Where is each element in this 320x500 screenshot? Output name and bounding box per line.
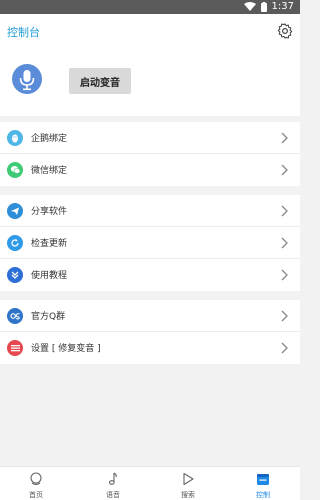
tab-search[interactable]: 搜索: [158, 470, 218, 500]
menu-item-check-update[interactable]: 检查更新: [0, 227, 300, 259]
tab-label: 语音: [106, 491, 120, 499]
tab-label: 首页: [29, 491, 43, 499]
wechat-icon: [7, 162, 23, 178]
wifi-icon: [243, 2, 256, 11]
chevron-right-icon: [281, 164, 288, 176]
menu-item-official-group[interactable]: 官方Q群: [0, 300, 300, 332]
control-icon: [257, 474, 269, 485]
share-icon: [7, 203, 23, 219]
menu-item-label: 企鹅绑定: [31, 134, 68, 144]
tab-home[interactable]: 首页: [6, 470, 66, 500]
battery-icon: [260, 1, 267, 12]
menu-item-tutorial[interactable]: 使用教程: [0, 259, 300, 291]
menu-item-label: 设置 [ 修复变音 ]: [31, 344, 101, 354]
play-icon: [183, 472, 194, 486]
title-bar: 控制台: [0, 14, 300, 50]
microphone-avatar: [12, 64, 42, 94]
tab-label: 搜索: [181, 491, 195, 499]
tab-control[interactable]: 控制: [233, 470, 293, 500]
tab-label: 控制: [256, 491, 270, 499]
music-note-icon: [108, 472, 117, 485]
gear-icon[interactable]: [276, 22, 294, 40]
menu-item-label: 检查更新: [31, 239, 68, 249]
bottom-tab-bar: 首页 语音 搜索 控制: [0, 466, 300, 500]
menu-item-qq-bind[interactable]: 企鹅绑定: [0, 122, 300, 154]
status-time: 1:37: [271, 1, 294, 12]
menu-item-wechat-bind[interactable]: 微信绑定: [0, 154, 300, 186]
menu-item-share[interactable]: 分享软件: [0, 195, 300, 227]
chevron-right-icon: [281, 205, 288, 217]
menu-item-label: 分享软件: [31, 207, 68, 217]
page-title: 控制台: [7, 26, 40, 39]
chevron-right-icon: [281, 342, 288, 354]
chevron-right-icon: [281, 132, 288, 144]
chevron-right-icon: [281, 310, 288, 322]
chevron-right-icon: [281, 269, 288, 281]
home-icon: [30, 472, 42, 486]
menu-group-app: 分享软件 检查更新 使用教程: [0, 195, 300, 291]
refresh-icon: [7, 235, 23, 251]
microphone-icon: [19, 70, 35, 91]
menu-item-label: 使用教程: [31, 271, 68, 281]
menu-item-settings-fix[interactable]: 设置 [ 修复变音 ]: [0, 332, 300, 364]
tab-voice[interactable]: 语音: [83, 470, 143, 500]
settings-list-icon: [7, 340, 23, 356]
chevron-right-icon: [281, 237, 288, 249]
group-icon: [7, 308, 23, 324]
status-bar: 1:37: [0, 0, 300, 14]
menu-group-bind: 企鹅绑定 微信绑定: [0, 122, 300, 186]
tutorial-icon: [7, 267, 23, 283]
menu-item-label: 微信绑定: [31, 166, 68, 176]
start-voice-change-button[interactable]: 启动变音: [69, 68, 131, 94]
menu-item-label: 官方Q群: [31, 312, 66, 322]
hero-panel: 启动变音: [0, 50, 300, 116]
menu-group-more: 官方Q群 设置 [ 修复变音 ]: [0, 300, 300, 364]
penguin-icon: [7, 130, 23, 146]
